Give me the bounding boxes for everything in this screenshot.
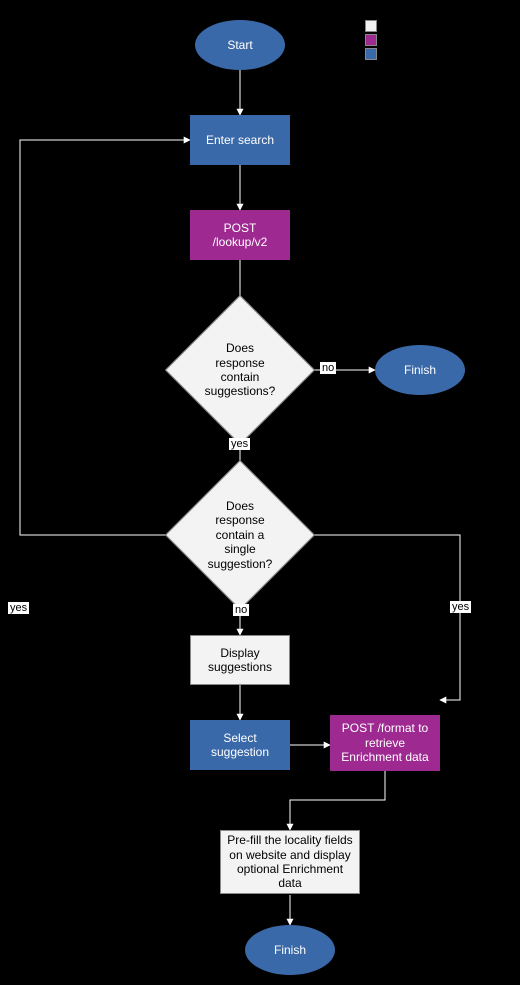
legend [365,20,383,62]
post-lookup-label: POST /lookup/v2 [196,221,284,250]
legend-row-white [365,20,383,32]
legend-row-blue [365,48,383,60]
edge-d2-no: no [233,604,249,616]
edge-d2-yes-left: yes [8,602,29,614]
edge-d1-yes: yes [229,438,250,450]
finish-right-node: Finish [375,345,465,395]
prefill-node: Pre-fill the locality fields on website … [220,830,360,894]
edge-d1-no: no [320,362,336,374]
decision-single-label: Does response contain a single suggestio… [205,499,275,571]
enter-search-label: Enter search [206,133,274,147]
post-lookup-node: POST /lookup/v2 [190,210,290,260]
finish-bottom-node: Finish [245,925,335,975]
decision-suggestions-label: Does response contain suggestions? [205,341,276,399]
start-label: Start [227,38,252,52]
decision-suggestions-node: Does response contain suggestions? [187,317,293,423]
edge-d2-yes-right: yes [450,601,471,613]
finish-right-label: Finish [404,363,436,377]
post-format-label: POST /format to retrieve Enrichment data [336,721,434,764]
finish-bottom-label: Finish [274,943,306,957]
prefill-label: Pre-fill the locality fields on website … [227,833,353,891]
display-suggestions-node: Display suggestions [190,635,290,685]
select-suggestion-label: Select suggestion [196,731,284,760]
enter-search-node: Enter search [190,115,290,165]
select-suggestion-node: Select suggestion [190,720,290,770]
display-suggestions-label: Display suggestions [197,646,283,675]
post-format-node: POST /format to retrieve Enrichment data [330,715,440,771]
start-node: Start [195,20,285,70]
legend-row-magenta [365,34,383,46]
decision-single-node: Does response contain a single suggestio… [187,482,293,588]
